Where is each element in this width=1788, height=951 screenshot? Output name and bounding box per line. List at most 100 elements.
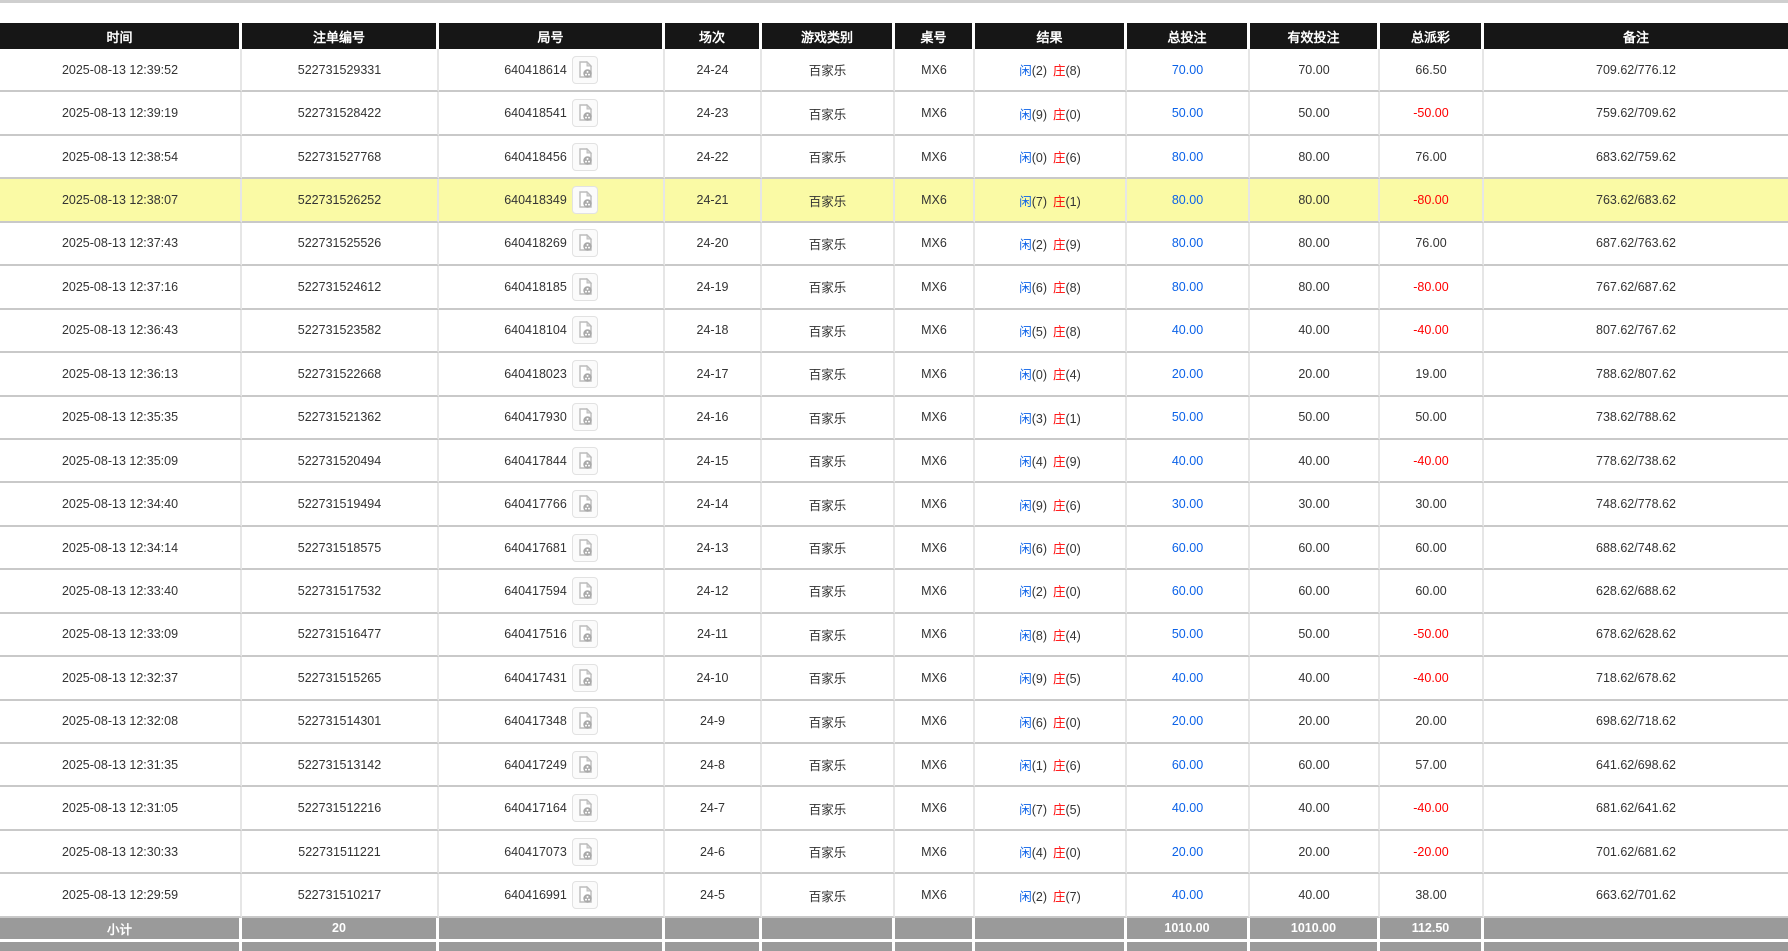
- player-label: 闲: [1019, 368, 1032, 382]
- table-row[interactable]: 2025-08-13 12:36:13 522731522668 6404180…: [0, 353, 1788, 396]
- bet-time: 2025-08-13 12:32:08: [0, 701, 242, 744]
- table-row[interactable]: 2025-08-13 12:30:33 522731511221 6404170…: [0, 831, 1788, 874]
- table-row[interactable]: 2025-08-13 12:34:14 522731518575 6404176…: [0, 527, 1788, 570]
- video-replay-icon[interactable]: [572, 490, 598, 518]
- video-replay-icon[interactable]: [572, 534, 598, 562]
- video-replay-icon[interactable]: [572, 794, 598, 822]
- table-no: MX6: [895, 310, 975, 353]
- session: 24-9: [665, 701, 762, 744]
- table-no: MX6: [895, 266, 975, 309]
- remark: 641.62/698.62: [1484, 744, 1788, 787]
- valid-bet: 30.00: [1250, 483, 1380, 526]
- total-payout: -40.00: [1380, 657, 1484, 700]
- player-label: 闲: [1019, 716, 1032, 730]
- table-row[interactable]: 2025-08-13 12:38:54 522731527768 6404184…: [0, 136, 1788, 179]
- video-replay-icon[interactable]: [572, 707, 598, 735]
- player-label: 闲: [1019, 281, 1032, 295]
- total-payout: -50.00: [1380, 92, 1484, 135]
- total-bet: 20.00: [1127, 701, 1250, 744]
- remark: 701.62/681.62: [1484, 831, 1788, 874]
- table-row[interactable]: 2025-08-13 12:35:35 522731521362 6404179…: [0, 397, 1788, 440]
- bet-time: 2025-08-13 12:32:37: [0, 657, 242, 700]
- session: 24-24: [665, 49, 762, 92]
- bet-id: 522731521362: [242, 397, 439, 440]
- video-replay-icon[interactable]: [572, 229, 598, 257]
- table-no: MX6: [895, 136, 975, 179]
- bet-time: 2025-08-13 12:34:40: [0, 483, 242, 526]
- table-row[interactable]: 2025-08-13 12:31:35 522731513142 6404172…: [0, 744, 1788, 787]
- banker-score: (8): [1066, 281, 1081, 295]
- player-label: 闲: [1019, 64, 1032, 78]
- total-payout: 66.50: [1380, 49, 1484, 92]
- player-label: 闲: [1019, 238, 1032, 252]
- player-label: 闲: [1019, 108, 1032, 122]
- banker-label: 庄: [1053, 585, 1066, 599]
- table-no: MX6: [895, 657, 975, 700]
- table-row[interactable]: 2025-08-13 12:34:40 522731519494 6404177…: [0, 483, 1788, 526]
- banker-score: (5): [1066, 803, 1081, 817]
- table-row[interactable]: 2025-08-13 12:37:16 522731524612 6404181…: [0, 266, 1788, 309]
- video-replay-icon[interactable]: [572, 881, 598, 909]
- bet-time: 2025-08-13 12:31:35: [0, 744, 242, 787]
- video-replay-icon[interactable]: [572, 403, 598, 431]
- video-replay-icon[interactable]: [572, 447, 598, 475]
- player-label: 闲: [1019, 412, 1032, 426]
- player-label: 闲: [1019, 542, 1032, 556]
- total-bet: 20.00: [1127, 831, 1250, 874]
- video-replay-icon[interactable]: [572, 186, 598, 214]
- table-row[interactable]: 2025-08-13 12:38:07 522731526252 6404183…: [0, 179, 1788, 222]
- table-row[interactable]: 2025-08-13 12:39:19 522731528422 6404185…: [0, 92, 1788, 135]
- table-row[interactable]: 2025-08-13 12:36:43 522731523582 6404181…: [0, 310, 1788, 353]
- bet-id: 522731529331: [242, 49, 439, 92]
- video-replay-icon[interactable]: [572, 664, 598, 692]
- table-row[interactable]: 2025-08-13 12:32:08 522731514301 6404173…: [0, 701, 1788, 744]
- player-score: (4): [1032, 455, 1047, 469]
- table-row[interactable]: 2025-08-13 12:37:43 522731525526 6404182…: [0, 223, 1788, 266]
- player-score: (9): [1032, 108, 1047, 122]
- table-no: MX6: [895, 787, 975, 830]
- bet-id: 522731526252: [242, 179, 439, 222]
- video-replay-icon[interactable]: [572, 273, 598, 301]
- player-score: (0): [1032, 368, 1047, 382]
- game-type: 百家乐: [762, 701, 895, 744]
- video-replay-icon[interactable]: [572, 143, 598, 171]
- table-row[interactable]: 2025-08-13 12:35:09 522731520494 6404178…: [0, 440, 1788, 483]
- bet-time: 2025-08-13 12:36:13: [0, 353, 242, 396]
- banker-score: (9): [1066, 455, 1081, 469]
- player-score: (2): [1032, 890, 1047, 904]
- video-replay-icon[interactable]: [572, 56, 598, 84]
- banker-score: (4): [1066, 368, 1081, 382]
- table-row[interactable]: 2025-08-13 12:39:52 522731529331 6404186…: [0, 49, 1788, 92]
- valid-bet: 40.00: [1250, 874, 1380, 917]
- round-id: 640417431: [504, 671, 567, 685]
- video-replay-icon[interactable]: [572, 316, 598, 344]
- game-type: 百家乐: [762, 657, 895, 700]
- table-header-row: 时间 注单编号 局号 场次 游戏类别 桌号 结果 总投注 有效投注 总派彩 备注: [0, 23, 1788, 49]
- remark: 688.62/748.62: [1484, 527, 1788, 570]
- banker-score: (0): [1066, 846, 1081, 860]
- video-replay-icon[interactable]: [572, 838, 598, 866]
- session: 24-17: [665, 353, 762, 396]
- bet-time: 2025-08-13 12:39:19: [0, 92, 242, 135]
- banker-label: 庄: [1053, 412, 1066, 426]
- video-replay-icon[interactable]: [572, 577, 598, 605]
- round-id-cell: 640417681: [439, 527, 665, 570]
- video-replay-icon[interactable]: [572, 99, 598, 127]
- valid-bet: 70.00: [1250, 49, 1380, 92]
- video-replay-icon[interactable]: [572, 360, 598, 388]
- round-id-cell: 640418614: [439, 49, 665, 92]
- banker-score: (0): [1066, 542, 1081, 556]
- table-row[interactable]: 2025-08-13 12:33:40 522731517532 6404175…: [0, 570, 1788, 613]
- player-label: 闲: [1019, 455, 1032, 469]
- video-replay-icon[interactable]: [572, 620, 598, 648]
- remark: 709.62/776.12: [1484, 49, 1788, 92]
- total-bet: 40.00: [1127, 440, 1250, 483]
- player-score: (6): [1032, 281, 1047, 295]
- valid-bet: 60.00: [1250, 744, 1380, 787]
- table-row[interactable]: 2025-08-13 12:32:37 522731515265 6404174…: [0, 657, 1788, 700]
- total-bet: 80.00: [1127, 223, 1250, 266]
- table-row[interactable]: 2025-08-13 12:33:09 522731516477 6404175…: [0, 614, 1788, 657]
- table-row[interactable]: 2025-08-13 12:31:05 522731512216 6404171…: [0, 787, 1788, 830]
- table-row[interactable]: 2025-08-13 12:29:59 522731510217 6404169…: [0, 874, 1788, 917]
- video-replay-icon[interactable]: [572, 751, 598, 779]
